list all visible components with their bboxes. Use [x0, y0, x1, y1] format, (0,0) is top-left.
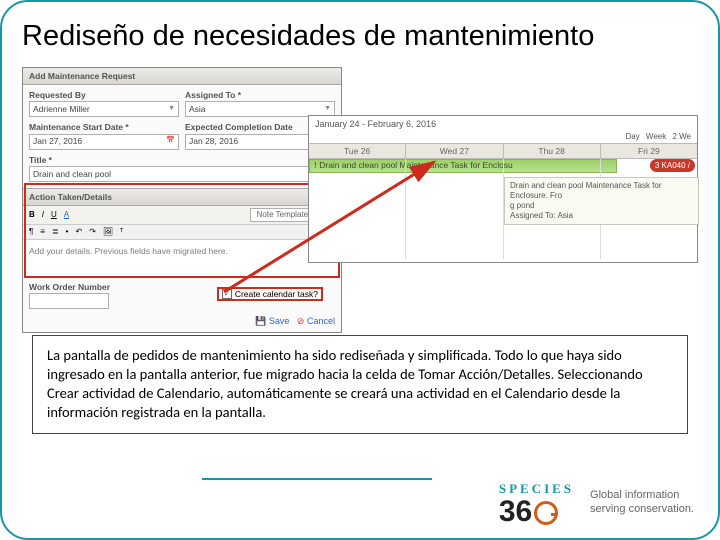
tab-two-week[interactable]: 2 We: [672, 132, 691, 141]
tool-icon[interactable]: •: [64, 227, 71, 237]
title-value: Drain and clean pool: [33, 169, 111, 179]
tool-icon[interactable]: ≡: [38, 227, 47, 237]
work-order-label: Work Order Number: [29, 282, 110, 292]
note-templates-label: Note Templates: [255, 210, 314, 220]
col-thu: Thu 28: [503, 144, 600, 158]
logo-zero-icon: [534, 501, 558, 525]
editor-toolbar-2: ¶ ≡ ≣ • ↶ ↷ 🖼 ᵀ: [23, 225, 341, 240]
requested-by-value: Adrienne Miller: [33, 104, 90, 114]
calendar-view: January 24 - February 6, 2016 Day Week 2…: [308, 115, 698, 263]
completion-date-value: Jan 28, 2016: [189, 136, 238, 146]
col-fri: Fri 29: [600, 144, 697, 158]
tool-icon[interactable]: ↷: [87, 227, 98, 237]
logo-digit-3: 3: [499, 500, 516, 524]
footer-logo: SPECIES 3 6 Global information serving c…: [499, 481, 694, 524]
assigned-to-value: Asia: [189, 104, 206, 114]
tool-icon[interactable]: ¶: [27, 227, 35, 237]
tooltip-line1: Drain and clean pool Maintenance Task fo…: [510, 181, 693, 201]
col-wed: Wed 27: [405, 144, 502, 158]
font-color-button[interactable]: A: [62, 210, 71, 220]
tab-day[interactable]: Day: [625, 132, 639, 141]
tooltip-line2: g pond: [510, 201, 693, 211]
footer-divider: [202, 478, 432, 480]
start-date-input[interactable]: Jan 27, 2016 📅: [29, 134, 179, 150]
tab-week[interactable]: Week: [646, 132, 666, 141]
tool-icon[interactable]: ᵀ: [118, 227, 125, 237]
details-editor[interactable]: Add your details. Previous fields have m…: [23, 240, 341, 276]
action-details-header: Action Taken/Details: [23, 188, 341, 206]
start-date-label: Maintenance Start Date *: [29, 122, 179, 132]
editor-toolbar: B I U A Note Templates ▼: [23, 206, 341, 225]
calendar-icon: 📅: [166, 137, 175, 145]
save-button[interactable]: Save: [269, 316, 290, 326]
logo-tagline: Global information serving conservation.: [590, 489, 694, 515]
title-input[interactable]: Drain and clean pool: [29, 166, 335, 182]
tool-icon[interactable]: ↶: [73, 227, 84, 237]
tool-icon[interactable]: ≣: [50, 227, 61, 237]
col-tue: Tue 26: [309, 144, 405, 158]
cancel-button[interactable]: Cancel: [307, 316, 335, 326]
form-footer: 💾 Save ⊘ Cancel: [23, 313, 341, 332]
logo-360: 3 6: [499, 497, 574, 524]
page-title: Rediseño de necesidades de mantenimiento: [22, 20, 698, 53]
form-header: Add Maintenance Request: [23, 68, 341, 85]
caption-box: La pantalla de pedidos de mantenimiento …: [32, 335, 688, 434]
calendar-tabs: Day Week 2 We: [309, 132, 697, 143]
work-order-input[interactable]: [29, 293, 109, 309]
start-date-value: Jan 27, 2016: [33, 136, 82, 146]
tagline-2: serving conservation.: [590, 503, 694, 516]
create-calendar-label: Create calendar task?: [235, 289, 318, 299]
calendar-columns-header: Tue 26 Wed 27 Thu 28 Fri 29: [309, 143, 697, 159]
requested-by-input[interactable]: Adrienne Miller ▼: [29, 101, 179, 117]
chevron-down-icon: ▼: [168, 105, 175, 113]
title-label: Title *: [29, 155, 335, 165]
italic-button[interactable]: I: [40, 210, 46, 220]
checkbox-icon[interactable]: ✓: [222, 289, 232, 299]
tooltip-line3: Assigned To: Asia: [510, 211, 693, 221]
calendar-body: ! Drain and clean pool Maintenance Task …: [309, 159, 697, 259]
chevron-down-icon: ▼: [324, 105, 331, 113]
underline-button[interactable]: U: [49, 210, 59, 220]
tagline-1: Global information: [590, 489, 694, 502]
screenshots-area: Add Maintenance Request Requested By Adr…: [22, 67, 698, 327]
save-icon: 💾: [255, 316, 266, 326]
assigned-to-label: Assigned To *: [185, 90, 335, 100]
create-calendar-task-option[interactable]: ✓ Create calendar task?: [217, 287, 323, 301]
calendar-tooltip: Drain and clean pool Maintenance Task fo…: [504, 177, 699, 225]
tool-icon[interactable]: 🖼: [101, 227, 115, 237]
calendar-badge[interactable]: 3 KA040 /: [650, 159, 695, 172]
requested-by-label: Requested By: [29, 90, 179, 100]
logo-digit-6: 6: [516, 500, 533, 524]
calendar-range: January 24 - February 6, 2016: [309, 116, 697, 132]
cancel-icon: ⊘: [297, 316, 305, 326]
bold-button[interactable]: B: [27, 210, 37, 220]
slide-frame: Rediseño de necesidades de mantenimiento…: [0, 0, 720, 540]
maintenance-form: Add Maintenance Request Requested By Adr…: [22, 67, 342, 333]
